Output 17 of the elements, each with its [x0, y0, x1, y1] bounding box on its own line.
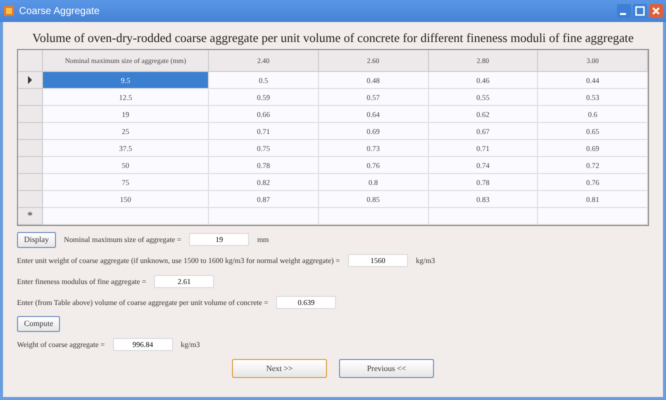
header-corner — [18, 50, 43, 72]
button[interactable]: Display — [17, 232, 56, 248]
app-icon — [3, 5, 15, 17]
table-heading: Volume of oven-dry-rodded coarse aggregate per unit volume of concrete for different fineness moduli of fine aggregate — [31, 30, 635, 47]
table-cell[interactable] — [43, 208, 209, 225]
table-cell[interactable] — [428, 208, 538, 225]
close-icon[interactable] — [649, 4, 663, 18]
minimize-icon[interactable] — [617, 4, 631, 18]
button[interactable]: Compute — [17, 316, 60, 332]
row-pointer-icon — [28, 76, 32, 84]
window-title: Coarse Aggregate — [19, 6, 101, 16]
button[interactable]: Previous << — [339, 359, 434, 378]
maximize-icon[interactable] — [633, 4, 647, 18]
table-cell[interactable] — [318, 208, 428, 225]
table-cell[interactable] — [538, 208, 648, 225]
table-cell[interactable] — [209, 208, 319, 225]
button[interactable]: Next >> — [232, 359, 327, 378]
